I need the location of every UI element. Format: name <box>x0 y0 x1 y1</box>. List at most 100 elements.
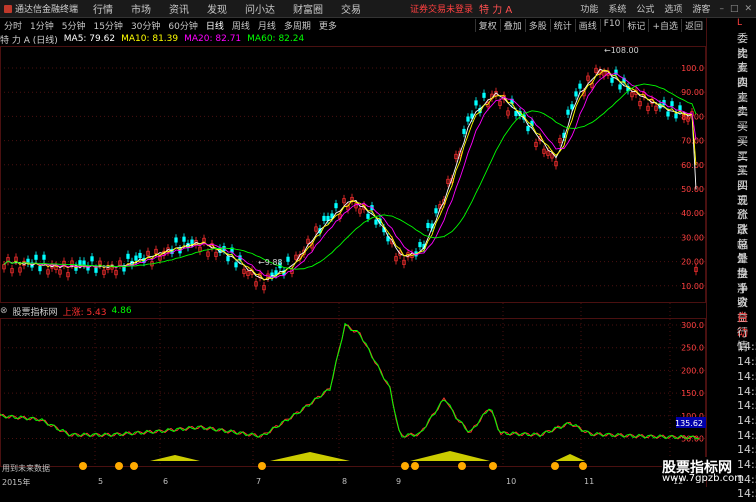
month-label: 10 <box>506 477 516 486</box>
candle-body <box>670 101 674 107</box>
candle-body <box>482 92 486 98</box>
side-row-12: 涨跌 <box>737 208 748 236</box>
ind-tick-label: 150.0 <box>681 389 704 398</box>
ind-tick-label: 250.0 <box>681 344 704 353</box>
maximize-icon[interactable]: □ <box>730 4 739 14</box>
price-tick-label: 90.00 <box>681 88 704 97</box>
side-tick-3: 14:56 <box>737 355 756 369</box>
candle-body <box>286 256 290 262</box>
side-header: L <box>737 18 743 28</box>
signal-marker-icon <box>130 462 138 470</box>
side-tick-8: 14:56 <box>737 428 756 442</box>
price-tick-label: 20.00 <box>681 258 704 267</box>
side-row-14: 总量 <box>737 237 748 266</box>
candle-body <box>418 242 422 248</box>
indicator-value2: 4.86 <box>111 306 132 316</box>
signal-marker-icon <box>258 462 266 470</box>
signal-marker-icon <box>401 462 409 470</box>
candle-body <box>366 213 370 219</box>
watermark-url: www.7gpzb.com <box>662 473 744 484</box>
signal-marker-icon <box>458 462 466 470</box>
signal-marker-icon <box>115 462 123 470</box>
candle-body <box>182 236 186 242</box>
month-label: 5 <box>98 477 103 486</box>
candle-body <box>138 252 142 259</box>
candle-body <box>42 254 46 260</box>
candle-body <box>234 262 238 268</box>
quote-sidepanel: L 委比 卖五 卖四 卖三 卖二 卖一 买一 买二 买三 买四 买五 现价 涨跌 涨幅 总量 外盘 换手 净资 收益… <box>706 18 756 500</box>
indicator-name[interactable]: 股票指标网 <box>13 305 58 318</box>
candle-body <box>78 260 82 266</box>
side-row-3: 卖三 <box>737 76 748 104</box>
side-tick-0: 自动 <box>737 311 748 339</box>
candle-body <box>334 203 338 209</box>
indicator-icon[interactable]: ⊗ <box>0 306 8 316</box>
candle-body <box>38 266 42 272</box>
year-label: 2015年 <box>2 478 31 487</box>
side-row-10: 买五 <box>737 178 748 207</box>
minimize-icon[interactable]: – <box>719 4 724 14</box>
candle-body <box>374 219 378 225</box>
indicator-line-red <box>0 324 700 440</box>
candle-body <box>434 208 438 214</box>
candle-body <box>126 253 130 259</box>
candle-body <box>578 83 582 89</box>
side-tick-1: 行情 <box>737 325 748 354</box>
side-row-6: 买一 <box>737 120 748 148</box>
candle-body <box>474 100 478 106</box>
low-annotation: ←9.88 <box>258 258 283 267</box>
candle-body <box>34 254 38 260</box>
candle-body <box>226 256 230 262</box>
month-label: 6 <box>163 477 168 486</box>
kline-chart[interactable]: 100.090.0080.0070.0060.0050.0040.0030.00… <box>0 0 706 487</box>
month-label: 9 <box>396 477 401 486</box>
side-row-9: 买四 <box>737 164 748 192</box>
indicator-legend: ⊗ 股票指标网 上涨: 5.43 4.86 <box>0 305 132 318</box>
price-tick-label: 10.00 <box>681 282 704 291</box>
indicator-yellow-area <box>150 455 200 461</box>
candle-body <box>90 256 94 262</box>
candle-body <box>462 128 466 134</box>
side-row-18: 收益 <box>737 296 748 325</box>
side-tick-6: 14:56 <box>737 399 756 413</box>
ind-tick-label: 200.0 <box>681 366 704 375</box>
side-row-15: 外盘 <box>737 252 748 281</box>
indicator-up-label: 上涨: 5.43 <box>62 307 107 318</box>
candle-body <box>426 222 430 229</box>
side-row-5: 卖一 <box>737 105 748 134</box>
price-tick-label: 50.00 <box>681 185 704 194</box>
ma60-line <box>3 83 697 270</box>
indicator-yellow-area <box>410 451 490 461</box>
signal-marker-icon <box>551 462 559 470</box>
close-icon[interactable]: ✕ <box>744 4 752 14</box>
price-tick-label: 40.00 <box>681 209 704 218</box>
price-tick-label: 30.00 <box>681 233 704 242</box>
signal-marker-icon <box>489 462 497 470</box>
side-tick-9: 14:56 <box>737 443 756 457</box>
side-row-13: 涨幅 <box>737 222 748 251</box>
side-row-8: 买三 <box>737 149 748 178</box>
month-label: 8 <box>342 477 347 486</box>
side-tick-12: 14:56 <box>737 487 756 501</box>
side-tick-7: 14:56 <box>737 413 756 427</box>
candle-body <box>526 126 530 132</box>
candle-body <box>274 270 278 276</box>
ma20-line <box>3 72 697 279</box>
signal-marker-icon <box>411 462 419 470</box>
signal-marker-icon <box>79 462 87 470</box>
high-annotation: ←108.00 <box>604 46 639 55</box>
side-tick-2: 14:56 <box>737 340 756 354</box>
side-row-17: 净资 <box>737 281 748 310</box>
side-tick-4: 14:56 <box>737 369 756 383</box>
candle-body <box>190 239 194 245</box>
ind-tick-label: 300.0 <box>681 321 704 330</box>
price-tick-label: 100.0 <box>681 64 704 73</box>
candle-body <box>570 104 574 110</box>
side-row-11: 现价 <box>737 193 748 222</box>
indicator-panel-frame <box>0 318 706 467</box>
candle-body <box>466 116 470 122</box>
month-label: 11 <box>584 477 594 486</box>
candle-body <box>618 84 622 90</box>
candle-body <box>514 111 518 117</box>
candle-body <box>674 113 678 119</box>
